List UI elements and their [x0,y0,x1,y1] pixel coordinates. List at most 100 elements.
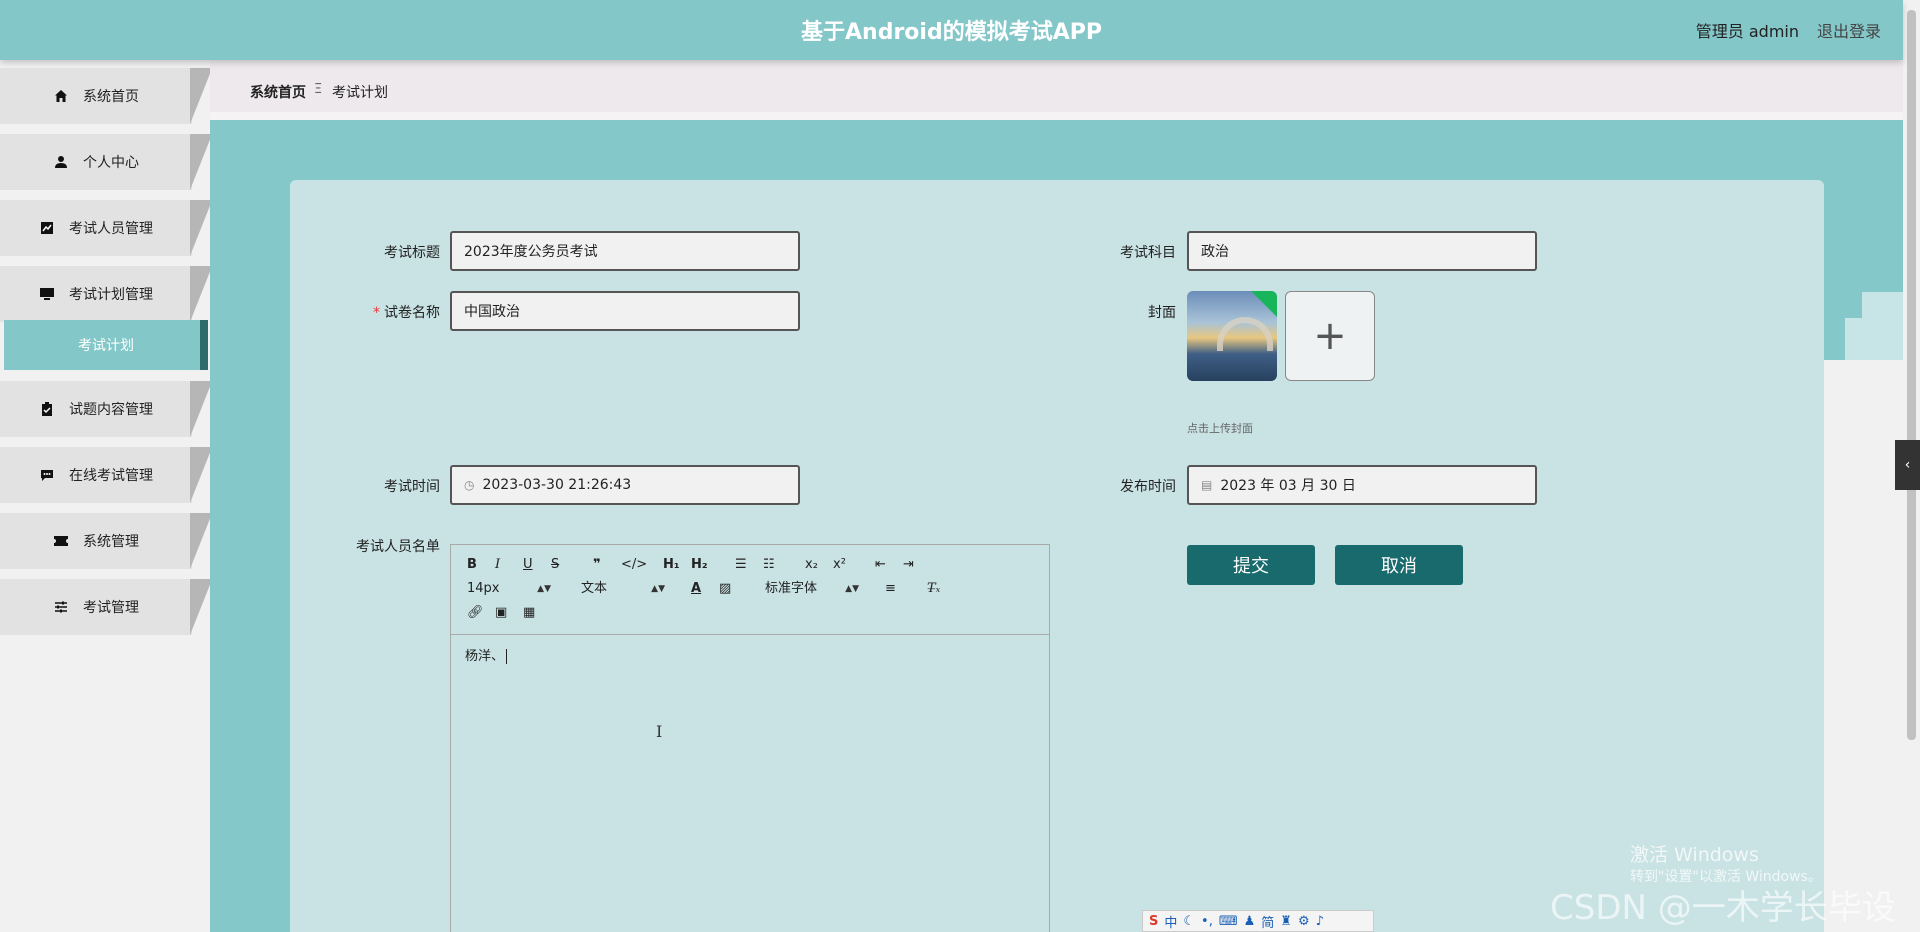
select-arrow-icon: ▲▼ [651,584,665,594]
italic-icon[interactable]: I [495,555,500,575]
font-family-select[interactable]: 标准字体 ▲▼ [765,579,859,599]
clear-format-icon[interactable]: T̶ₓ [927,579,940,599]
clipboard-icon [39,401,55,417]
exam-time-value: 2023-03-30 21:26:43 [482,477,632,493]
paper-name-label: * 试卷名称 [373,305,440,321]
ime-language[interactable]: 中 [1164,912,1177,931]
strike-icon[interactable]: S [551,555,559,575]
ticket-icon [53,533,69,549]
publish-time-label: 发布时间 [1120,479,1176,495]
blockquote-icon[interactable]: ❞ [593,555,601,575]
ime-simplified[interactable]: 简 [1261,912,1274,931]
user-icon[interactable]: ♟ [1244,914,1256,929]
sidebar-item-label: 在线考试管理 [69,468,153,484]
sidebar-subitem-label: 考试计划 [78,338,134,354]
exam-time-picker[interactable]: ◷ 2023-03-30 21:26:43 [450,465,800,505]
cancel-button[interactable]: 取消 [1335,545,1463,585]
bold-icon[interactable]: B [467,555,477,575]
code-icon[interactable]: </> [621,555,647,575]
exam-title-input[interactable] [464,243,786,259]
exam-time-label: 考试时间 [384,479,440,495]
decor-stair [1824,360,1903,932]
breadcrumb-separator-icon: Ξ [314,82,323,97]
chat-icon [39,467,55,483]
rich-text-editor[interactable]: B I U S ❞ </> H₁ H₂ ☰ ☷ x₂ x² ⇤ ⇥ 14px ▲▼… [450,544,1050,932]
outdent-icon[interactable]: ⇤ [875,555,886,575]
sidebar-item-question-management[interactable]: 试题内容管理 [0,381,210,437]
editor-content[interactable]: 杨洋、 [451,635,1049,932]
tiktok-icon[interactable]: ♪ [1316,914,1324,929]
exam-subject-input[interactable] [1201,243,1523,259]
punctuation-icon[interactable]: •, [1201,914,1213,929]
underline-icon[interactable]: U [523,555,533,575]
select-arrow-icon: ▲▼ [845,584,859,594]
app-title: 基于Android的模拟考试APP [801,20,1102,45]
keyboard-icon[interactable]: ⌨ [1219,914,1238,929]
ime-toolbar[interactable]: S 中 ☾ •, ⌨ ♟ 简 ♜ ⚙ ♪ [1142,910,1374,932]
cover-upload-hint: 点击上传封面 [1187,422,1253,435]
plus-icon: + [1313,313,1347,359]
align-icon[interactable]: ≡ [885,579,896,599]
exam-subject-field[interactable] [1187,231,1537,271]
publish-date-picker[interactable]: ▤ 2023 年 03 月 30 日 [1187,465,1537,505]
exam-subject-label: 考试科目 [1120,245,1176,261]
sidebar-item-personal-center[interactable]: 个人中心 [0,134,210,190]
sliders-icon [53,599,69,615]
upload-success-badge [1251,291,1277,317]
cover-label: 封面 [1148,305,1176,321]
submit-button[interactable]: 提交 [1187,545,1315,585]
home-icon [53,88,69,104]
sidebar-item-examinee-management[interactable]: 考试人员管理 [0,200,210,256]
sidebar-item-label: 系统管理 [83,534,139,550]
bullet-list-icon[interactable]: ☷ [763,555,775,575]
scrollbar-thumb[interactable] [1907,10,1916,740]
sidebar-item-home[interactable]: 系统首页 [0,68,210,124]
chevron-left-icon: ‹ [1904,457,1911,473]
subscript-icon[interactable]: x₂ [805,555,818,575]
current-user: 管理员 admin [1695,22,1799,41]
ibeam-cursor-icon: I [656,722,663,741]
clock-icon: ◷ [464,478,475,492]
link-icon[interactable]: 🔗︎ [467,603,484,623]
publish-time-value: 2023 年 03 月 30 日 [1220,478,1356,494]
sidebar-item-system-management[interactable]: 系统管理 [0,513,210,569]
editor-toolbar: B I U S ❞ </> H₁ H₂ ☰ ☷ x₂ x² ⇤ ⇥ 14px ▲▼… [451,545,1049,635]
paper-name-input[interactable] [464,303,786,319]
skin-icon[interactable]: ♜ [1280,914,1292,929]
background-color-icon[interactable]: ▨ [719,579,731,599]
upload-cover-button[interactable]: + [1285,291,1375,381]
font-size-select[interactable]: 14px ▲▼ [467,579,551,599]
ime-logo-icon[interactable]: S [1149,914,1158,929]
cover-image[interactable] [1187,291,1277,381]
app-header: 基于Android的模拟考试APP 管理员 admin 退出登录 [0,0,1903,60]
exam-title-label: 考试标题 [384,245,440,261]
logout-link[interactable]: 退出登录 [1817,18,1881,42]
sidebar-item-label: 考试人员管理 [69,221,153,237]
video-icon[interactable]: ▦ [523,603,535,623]
settings-icon[interactable]: ⚙ [1298,914,1310,929]
image-icon[interactable]: ▣ [495,603,507,623]
csdn-watermark: CSDN @一木学长毕设 [1550,888,1896,928]
font-color-icon[interactable]: A [691,579,701,599]
superscript-icon[interactable]: x² [833,555,846,575]
moon-icon[interactable]: ☾ [1183,914,1195,929]
ordered-list-icon[interactable]: ☰ [735,555,747,575]
collapse-panel-button[interactable]: ‹ [1895,440,1920,490]
block-type-select[interactable]: 文本 ▲▼ [581,579,665,599]
breadcrumb: 系统首页 Ξ 考试计划 [210,60,1903,120]
text-caret [506,649,508,664]
exam-title-field[interactable] [450,231,800,271]
paper-name-field[interactable] [450,291,800,331]
sidebar: 系统首页 个人中心 考试人员管理 考试计划管理 考试计划 试题内容管理 在线考试… [0,60,210,932]
heading1-icon[interactable]: H₁ [663,555,680,575]
heading2-icon[interactable]: H₂ [691,555,708,575]
sidebar-subitem-exam-plan[interactable]: 考试计划 [4,320,208,370]
indent-icon[interactable]: ⇥ [903,555,914,575]
windows-activation-title: 激活 Windows [1630,844,1759,866]
breadcrumb-home[interactable]: 系统首页 [250,82,306,102]
select-arrow-icon: ▲▼ [537,584,551,594]
sidebar-item-exam-plan-management[interactable]: 考试计划管理 [0,266,210,322]
sidebar-item-exam-management[interactable]: 考试管理 [0,579,210,635]
sidebar-item-online-exam-management[interactable]: 在线考试管理 [0,447,210,503]
sidebar-item-label: 考试计划管理 [69,287,153,303]
